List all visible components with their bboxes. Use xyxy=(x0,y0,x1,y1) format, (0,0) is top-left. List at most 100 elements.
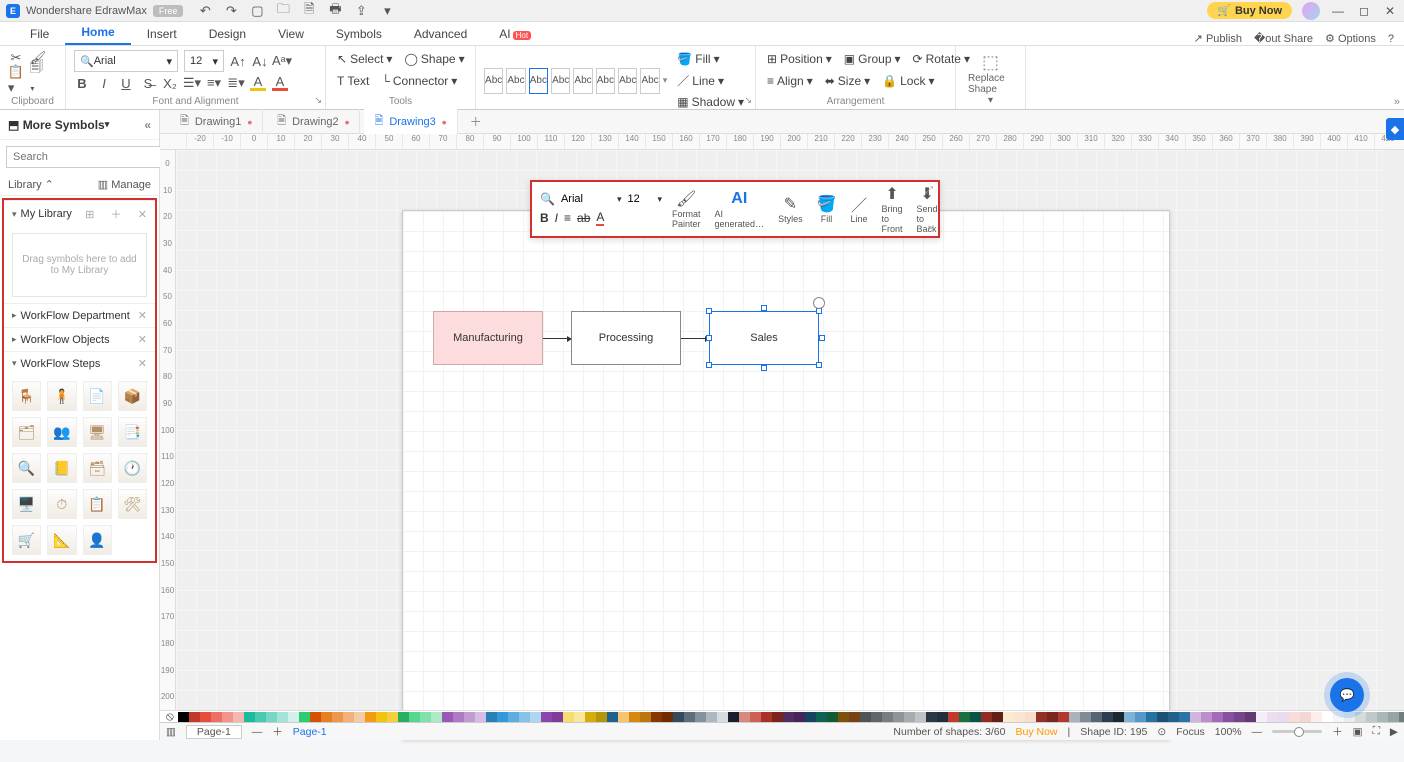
symbol-item[interactable]: 🖥️ xyxy=(12,489,41,519)
color-swatch[interactable] xyxy=(1289,712,1300,722)
font-dialog-launcher-icon[interactable]: ↘ xyxy=(314,95,322,106)
color-swatch[interactable] xyxy=(1058,712,1069,722)
color-swatch[interactable] xyxy=(629,712,640,722)
color-swatch[interactable] xyxy=(970,712,981,722)
user-avatar[interactable] xyxy=(1302,2,1320,20)
color-swatch[interactable] xyxy=(761,712,772,722)
color-swatch[interactable] xyxy=(1025,712,1036,722)
copy-icon[interactable]: 🗐▾ xyxy=(30,72,46,88)
tab-drawing3[interactable]: 🗎 Drawing3• xyxy=(364,109,457,134)
line-spacing-icon[interactable]: ≡▾ xyxy=(206,75,222,91)
color-swatch[interactable] xyxy=(420,712,431,722)
color-swatch[interactable] xyxy=(1311,712,1322,722)
bring-front-button[interactable]: ⬆Bring to Front xyxy=(878,184,907,234)
selection-handle[interactable] xyxy=(816,362,822,368)
color-swatch[interactable] xyxy=(948,712,959,722)
style-dialog-launcher-icon[interactable]: ↘ xyxy=(744,95,752,106)
options-button[interactable]: ⚙ Options xyxy=(1325,32,1376,45)
color-swatch[interactable] xyxy=(453,712,464,722)
color-swatch[interactable] xyxy=(651,712,662,722)
color-swatch[interactable] xyxy=(1245,712,1256,722)
symbol-item[interactable]: 👤 xyxy=(83,525,112,555)
color-swatch[interactable] xyxy=(662,712,673,722)
fill-button[interactable]: 🪣Fill xyxy=(813,194,841,224)
font-color-icon[interactable]: A xyxy=(272,75,288,91)
styles-button[interactable]: ✎Styles xyxy=(774,194,807,224)
symbol-search-input[interactable] xyxy=(6,146,162,168)
color-swatch[interactable] xyxy=(871,712,882,722)
align-icon[interactable]: ≣▾ xyxy=(228,75,244,91)
category-workflow-department[interactable]: ▸WorkFlow Department✕ xyxy=(4,303,155,327)
expand-toolbar-icon[interactable]: ⤢ xyxy=(925,185,933,196)
connector-2[interactable] xyxy=(681,338,709,339)
color-swatch[interactable] xyxy=(387,712,398,722)
paste-icon[interactable]: 📋▾ xyxy=(8,72,24,88)
color-swatch[interactable] xyxy=(541,712,552,722)
toolbar-more-icon[interactable]: ▸ xyxy=(928,222,933,233)
selection-handle[interactable] xyxy=(761,305,767,311)
no-fill-icon[interactable]: ⦸ xyxy=(166,710,174,722)
publish-button[interactable]: ↗ Publish xyxy=(1194,32,1242,45)
color-swatch[interactable] xyxy=(607,712,618,722)
page-layout-icon[interactable]: ▥ xyxy=(166,726,176,738)
selection-handle[interactable] xyxy=(706,308,712,314)
library-label[interactable]: Library ⌃ xyxy=(8,178,54,191)
connector-tool[interactable]: └ Connector▾ xyxy=(378,72,460,90)
color-swatch[interactable] xyxy=(1388,712,1399,722)
fullscreen-icon[interactable]: ⛶ xyxy=(1373,725,1380,738)
color-swatch[interactable] xyxy=(684,712,695,722)
color-swatch[interactable] xyxy=(464,712,475,722)
bold-icon[interactable]: B xyxy=(74,75,90,91)
color-swatch[interactable] xyxy=(1399,712,1404,722)
color-swatch[interactable] xyxy=(838,712,849,722)
zoom-out-icon[interactable]: — xyxy=(1252,726,1263,738)
ai-generate-button[interactable]: AIAI generated… xyxy=(711,189,769,229)
color-swatch[interactable] xyxy=(1157,712,1168,722)
zoom-in-icon[interactable]: ＋ xyxy=(1332,724,1343,739)
symbol-item[interactable]: 📦 xyxy=(118,381,147,411)
color-swatch[interactable] xyxy=(266,712,277,722)
color-swatch[interactable] xyxy=(1168,712,1179,722)
color-swatch[interactable] xyxy=(376,712,387,722)
style-preset-2[interactable]: Abc xyxy=(506,68,525,94)
print-icon[interactable]: 🖶 xyxy=(327,3,343,19)
color-swatch[interactable] xyxy=(222,712,233,722)
mylib-expand-icon[interactable]: ⊞ xyxy=(85,208,94,221)
color-swatch[interactable] xyxy=(1201,712,1212,722)
color-swatch[interactable] xyxy=(794,712,805,722)
color-swatch[interactable] xyxy=(915,712,926,722)
float-font-select[interactable] xyxy=(561,193,611,205)
style-preset-6[interactable]: Abc xyxy=(596,68,615,94)
italic-icon[interactable]: I xyxy=(96,75,112,91)
underline-icon[interactable]: U xyxy=(118,75,134,91)
chat-support-icon[interactable]: 💬 xyxy=(1330,678,1364,712)
symbol-item[interactable]: 🪑 xyxy=(12,381,41,411)
color-swatch[interactable] xyxy=(1113,712,1124,722)
save-icon[interactable]: 🗎 xyxy=(301,3,317,19)
color-swatch[interactable] xyxy=(1300,712,1311,722)
symbol-item[interactable]: 📒 xyxy=(47,453,76,483)
minimize-icon[interactable]: — xyxy=(1330,4,1346,18)
color-swatch[interactable] xyxy=(310,712,321,722)
export-icon[interactable]: ⇪ xyxy=(353,3,369,19)
strike-icon[interactable]: S̶ xyxy=(140,75,156,91)
color-swatch[interactable] xyxy=(343,712,354,722)
color-swatch[interactable] xyxy=(255,712,266,722)
color-swatch[interactable] xyxy=(552,712,563,722)
collapse-sidebar-icon[interactable]: « xyxy=(144,118,151,132)
color-swatch[interactable] xyxy=(288,712,299,722)
category-workflow-objects[interactable]: ▸WorkFlow Objects✕ xyxy=(4,327,155,351)
symbol-item[interactable]: 📑 xyxy=(118,417,147,447)
color-swatch[interactable] xyxy=(1256,712,1267,722)
symbol-item[interactable]: 🔍 xyxy=(12,453,41,483)
color-swatch[interactable] xyxy=(1234,712,1245,722)
menu-home[interactable]: Home xyxy=(65,21,130,45)
color-swatch[interactable] xyxy=(926,712,937,722)
add-page-icon[interactable]: ＋ xyxy=(272,724,283,739)
color-swatch[interactable] xyxy=(244,712,255,722)
drag-drop-zone[interactable]: Drag symbols here to add to My Library xyxy=(12,233,147,297)
symbol-item[interactable]: 📐 xyxy=(47,525,76,555)
color-swatch[interactable] xyxy=(332,712,343,722)
help-icon[interactable]: ? xyxy=(1388,33,1394,45)
color-swatch[interactable] xyxy=(849,712,860,722)
